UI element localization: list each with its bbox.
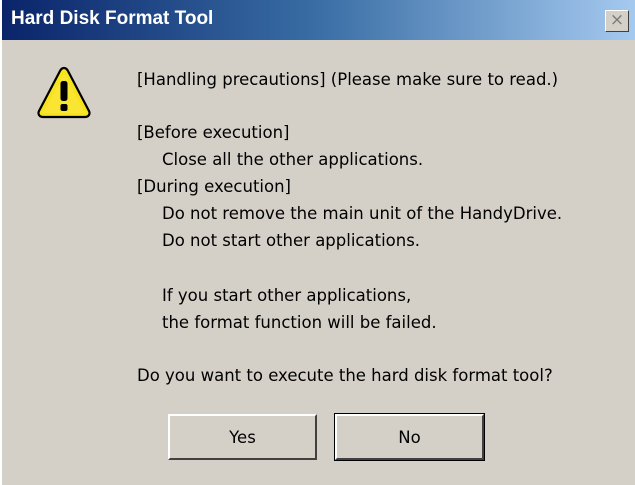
during-execution-item-1: Do not remove the main unit of the Handy… bbox=[162, 204, 563, 223]
warning-icon bbox=[37, 66, 91, 119]
note-line-2: the format function will be failed. bbox=[162, 313, 437, 332]
dialog-window: Hard Disk Format Tool × [Handling precau… bbox=[0, 0, 635, 485]
during-execution-item-2: Do not start other applications. bbox=[162, 231, 421, 250]
window-title: Hard Disk Format Tool bbox=[11, 8, 214, 29]
yes-button[interactable]: Yes bbox=[168, 414, 317, 460]
during-execution-header: [During execution] bbox=[137, 177, 291, 196]
close-icon: × bbox=[609, 10, 625, 30]
no-button[interactable]: No bbox=[334, 413, 485, 461]
note-line-1: If you start other applications, bbox=[162, 286, 412, 305]
title-bar[interactable]: Hard Disk Format Tool × bbox=[2, 0, 635, 40]
before-execution-item: Close all the other applications. bbox=[162, 150, 424, 169]
close-button[interactable]: × bbox=[605, 10, 629, 32]
confirm-question: Do you want to execute the hard disk for… bbox=[137, 366, 553, 385]
message-heading: [Handling precautions] (Please make sure… bbox=[137, 70, 559, 89]
before-execution-header: [Before execution] bbox=[137, 123, 290, 142]
